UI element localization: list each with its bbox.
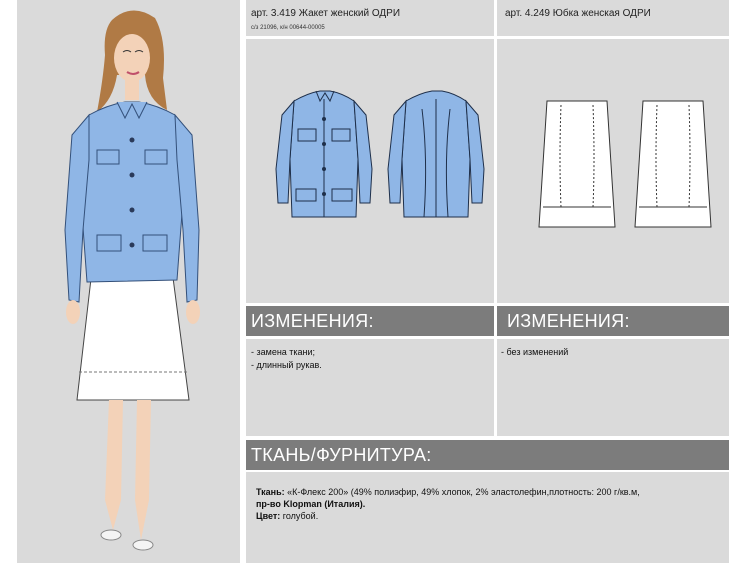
skirt-article-title: арт. 4.249 Юбка женская ОДРИ [505, 8, 651, 19]
skirt-sketch [538, 100, 712, 228]
fabric-line-2: пр-во Klopman (Италия). [256, 498, 365, 510]
changes-item: - без изменений [501, 347, 569, 357]
fabric-value: «К-Флекс 200» (49% полиэфир, 49% хлопок,… [284, 487, 640, 497]
jacket-header: арт. 3.419 Жакет женский ОДРИ с/з 21096,… [246, 0, 494, 36]
jacket-article-sub: с/з 21096, к/н 00644-00005 [251, 25, 325, 31]
changes-list-left: - замена ткани; - длинный рукав. [246, 339, 494, 436]
changes-item: - длинный рукав. [251, 360, 322, 370]
skirt-header: арт. 4.249 Юбка женская ОДРИ [497, 0, 729, 36]
model-skirt [76, 269, 190, 401]
changes-list-right: - без изменений [497, 339, 729, 436]
changes-item: - замена ткани; [251, 347, 316, 357]
color-value: голубой. [280, 511, 319, 521]
color-line: Цвет: голубой. [256, 510, 318, 522]
fabric-line: Ткань: «К-Флекс 200» (49% полиэфир, 49% … [256, 486, 640, 498]
fabric-label: Ткань: [256, 487, 285, 497]
fabric-value-2: пр-во Klopman (Италия). [256, 499, 366, 509]
model-illustration [64, 10, 200, 551]
fabric-heading: ТКАНЬ/ФУРНИТУРА: [246, 440, 729, 470]
color-label: Цвет: [256, 511, 281, 521]
jacket-sketch [275, 90, 485, 218]
jacket-article-title: арт. 3.419 Жакет женский ОДРИ [251, 8, 401, 19]
model-jacket [80, 101, 184, 283]
fabric-panel: Ткань: «К-Флекс 200» (49% полиэфир, 49% … [246, 472, 729, 563]
changes-heading-left: ИЗМЕНЕНИЯ: [246, 306, 494, 336]
changes-heading-right: ИЗМЕНЕНИЯ: [497, 306, 729, 336]
